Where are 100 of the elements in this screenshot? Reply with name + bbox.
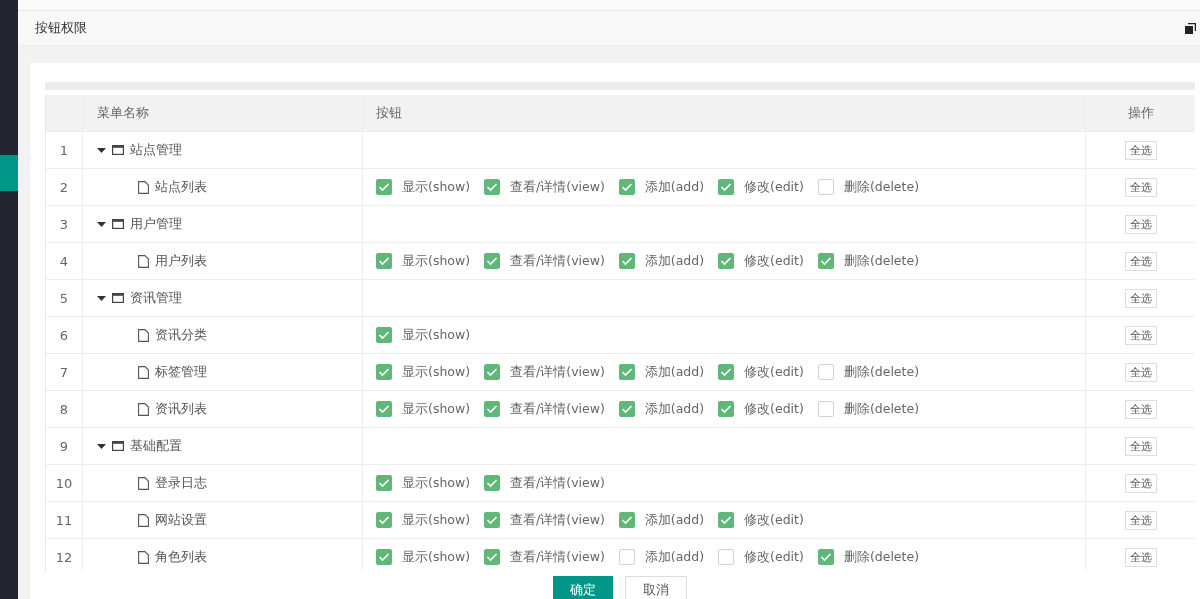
select-all-button[interactable]: 全选 (1124, 547, 1157, 567)
checkbox[interactable] (817, 253, 834, 269)
select-all-button[interactable]: 全选 (1124, 436, 1157, 456)
checkbox[interactable] (484, 512, 501, 528)
checkbox[interactable] (376, 549, 392, 565)
checkbox-label: 修改(edit) (744, 178, 804, 196)
checkbox-label: 显示(show) (402, 474, 471, 492)
checkbox[interactable] (718, 179, 735, 195)
checkbox[interactable] (376, 512, 392, 528)
select-all-button[interactable]: 全选 (1124, 362, 1157, 382)
row-number: 6 (59, 327, 69, 343)
checkbox-label: 查看/详情(view) (510, 474, 605, 492)
checkbox[interactable] (484, 179, 501, 195)
menu-name: 站点列表 (155, 178, 207, 196)
checkbox[interactable] (376, 475, 392, 491)
checkbox[interactable] (817, 179, 834, 195)
checkbox[interactable] (484, 253, 501, 269)
checkbox[interactable] (618, 253, 635, 269)
menu-name: 用户管理 (130, 215, 182, 233)
checkbox[interactable] (618, 364, 635, 380)
checkbox-label: 显示(show) (402, 400, 471, 418)
window-icon (112, 219, 124, 229)
collapse-caret-icon[interactable] (97, 145, 106, 155)
checkbox[interactable] (376, 401, 392, 417)
checkbox[interactable] (817, 364, 834, 380)
checkbox[interactable] (618, 179, 635, 195)
checkbox[interactable] (618, 401, 635, 417)
checkbox[interactable] (618, 549, 635, 565)
collapse-caret-icon[interactable] (97, 441, 106, 451)
window-icon (112, 441, 124, 451)
select-all-button[interactable]: 全选 (1124, 177, 1157, 197)
document-icon (138, 254, 149, 268)
menu-name: 标签管理 (155, 363, 207, 381)
cancel-button[interactable]: 取消 (625, 576, 687, 599)
checkbox-label: 删除(delete) (843, 252, 919, 270)
checkbox[interactable] (718, 253, 735, 269)
select-all-button[interactable]: 全选 (1124, 214, 1157, 234)
row-number: 7 (59, 364, 69, 380)
column-header: 菜单名称 (97, 104, 149, 122)
checkbox-label: 添加(add) (644, 178, 705, 196)
checkbox-label: 修改(edit) (744, 363, 804, 381)
checkbox-label: 修改(edit) (744, 548, 804, 566)
row-number: 12 (55, 549, 73, 565)
column-header: 操作 (1127, 104, 1154, 122)
row-number: 1 (59, 142, 69, 158)
document-icon (138, 550, 149, 564)
checkbox[interactable] (484, 475, 501, 491)
menu-name: 站点管理 (130, 141, 182, 159)
checkbox-label: 删除(delete) (843, 548, 919, 566)
checkbox[interactable] (376, 327, 392, 343)
select-all-button[interactable]: 全选 (1124, 510, 1157, 530)
row-number: 10 (55, 475, 73, 491)
window-icon (112, 145, 124, 155)
collapse-caret-icon[interactable] (97, 219, 106, 229)
checkbox[interactable] (718, 401, 735, 417)
checkbox-label: 删除(delete) (843, 178, 919, 196)
checkbox[interactable] (817, 549, 834, 565)
document-icon (138, 328, 149, 342)
select-all-button[interactable]: 全选 (1124, 140, 1157, 160)
collapse-caret-icon[interactable] (97, 293, 106, 303)
checkbox-label: 查看/详情(view) (510, 252, 605, 270)
checkbox[interactable] (718, 549, 735, 565)
menu-name: 资讯分类 (155, 326, 207, 344)
checkbox[interactable] (484, 549, 501, 565)
row-number: 3 (59, 216, 69, 232)
checkbox-label: 显示(show) (402, 178, 471, 196)
checkbox-label: 添加(add) (644, 511, 705, 529)
select-all-button[interactable]: 全选 (1124, 399, 1157, 419)
row-number: 9 (59, 438, 69, 454)
checkbox[interactable] (376, 179, 392, 195)
checkbox[interactable] (484, 364, 501, 380)
row-number: 2 (59, 179, 69, 195)
checkbox[interactable] (718, 512, 735, 528)
restore-icon[interactable] (1185, 22, 1196, 34)
checkbox[interactable] (376, 364, 392, 380)
select-all-button[interactable]: 全选 (1124, 251, 1157, 271)
checkbox-label: 显示(show) (402, 326, 471, 344)
menu-name: 用户列表 (155, 252, 207, 270)
checkbox-label: 删除(delete) (843, 400, 919, 418)
checkbox[interactable] (376, 253, 392, 269)
confirm-button[interactable]: 确定 (553, 576, 613, 599)
checkbox[interactable] (817, 401, 834, 417)
select-all-button[interactable]: 全选 (1124, 473, 1157, 493)
checkbox-label: 添加(add) (644, 363, 705, 381)
checkbox-label: 添加(add) (644, 548, 705, 566)
document-icon (138, 476, 149, 490)
checkbox-label: 查看/详情(view) (510, 511, 605, 529)
checkbox[interactable] (718, 364, 735, 380)
checkbox-label: 查看/详情(view) (510, 178, 605, 196)
document-icon (138, 513, 149, 527)
checkbox[interactable] (484, 401, 501, 417)
checkbox-label: 查看/详情(view) (510, 548, 605, 566)
document-icon (138, 402, 149, 416)
row-number: 8 (59, 401, 69, 417)
select-all-button[interactable]: 全选 (1124, 288, 1157, 308)
menu-name: 基础配置 (130, 437, 182, 455)
menu-name: 网站设置 (155, 511, 207, 529)
checkbox[interactable] (618, 512, 635, 528)
document-icon (138, 180, 149, 194)
select-all-button[interactable]: 全选 (1124, 325, 1157, 345)
